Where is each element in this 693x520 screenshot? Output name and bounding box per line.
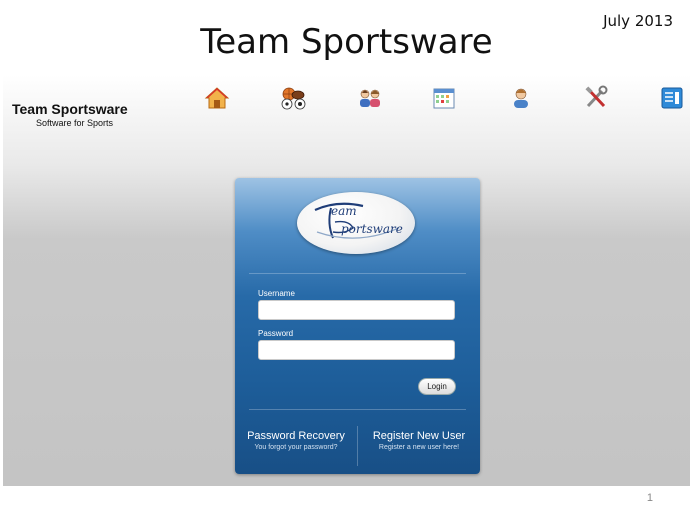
password-recovery-link[interactable]: Password Recovery You forgot your passwo… [235, 430, 357, 451]
home-icon[interactable] [204, 85, 230, 111]
password-recovery-title: Password Recovery [247, 430, 345, 442]
register-new-user-subtitle: Register a new user here! [378, 444, 460, 451]
user-profile-icon[interactable] [508, 85, 534, 111]
team-sportsware-logo: eam portsware [297, 192, 415, 254]
slide-number: 1 [646, 492, 653, 504]
divider [249, 409, 466, 410]
username-label: Username [258, 289, 295, 298]
sports-balls-icon[interactable] [279, 85, 309, 111]
login-panel: eam portsware Username Password Login Pa… [235, 178, 480, 474]
divider [249, 273, 466, 274]
brand-tagline: Software for Sports [36, 118, 114, 128]
password-input[interactable] [258, 340, 455, 360]
username-input[interactable] [258, 300, 455, 320]
password-label: Password [258, 329, 294, 338]
brand-name: Team Sportsware [12, 101, 128, 117]
app-screenshot: Team Sportsware Software for Sports eam … [3, 75, 690, 486]
register-new-user-link[interactable]: Register New User Register a new user he… [358, 430, 480, 451]
register-new-user-title: Register New User [372, 430, 466, 442]
slide-title: Team Sportsware [200, 22, 493, 62]
reports-icon[interactable] [659, 85, 685, 111]
logo-text-sportsware: portsware [341, 222, 403, 236]
logo-text-team: eam [331, 204, 357, 218]
password-recovery-subtitle: You forgot your password? [254, 444, 338, 451]
tools-icon[interactable] [583, 85, 609, 111]
login-button[interactable]: Login [418, 378, 456, 395]
brand: Team Sportsware Software for Sports [12, 101, 128, 128]
top-nav [199, 85, 689, 115]
account-links: Password Recovery You forgot your passwo… [235, 426, 480, 466]
calendar-icon[interactable] [431, 85, 457, 111]
team-members-icon[interactable] [357, 85, 383, 111]
